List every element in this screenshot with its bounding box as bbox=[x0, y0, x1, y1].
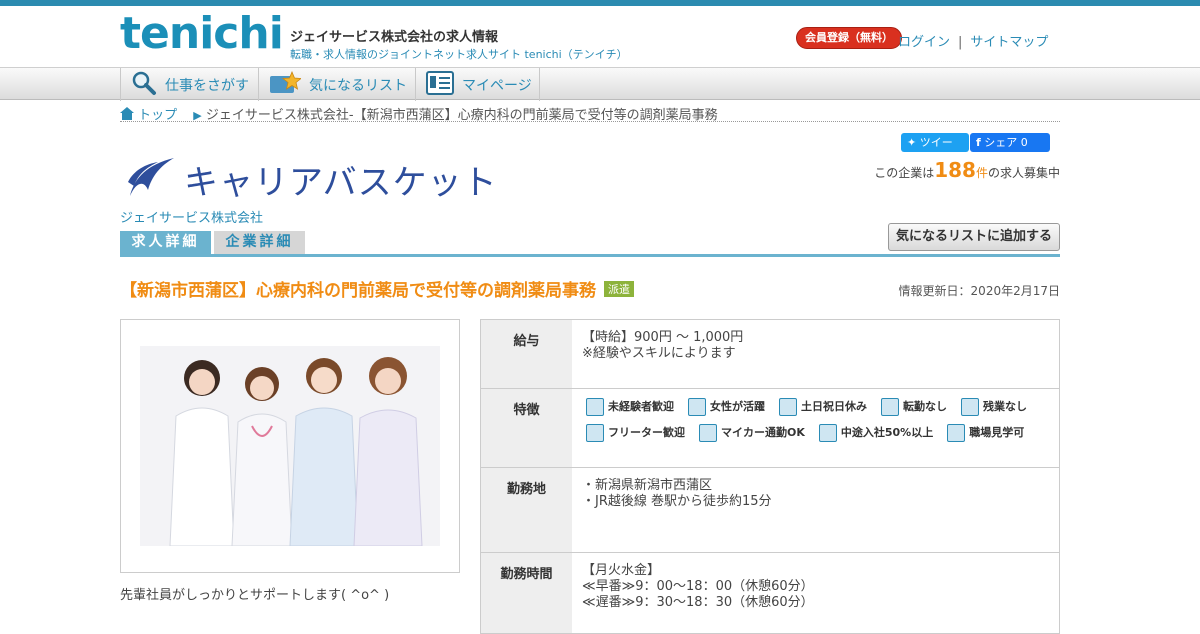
salary-note: ※経験やスキルによります bbox=[582, 346, 736, 361]
fifty-percent-icon bbox=[818, 424, 837, 442]
site-subtitle: 転職・求人情報のジョイントネット求人サイト tenichi（テンイチ） bbox=[290, 48, 628, 61]
feature-label: 未経験者歓迎 bbox=[608, 400, 674, 413]
global-nav: 仕事をさがす 気になるリスト マイページ bbox=[0, 67, 1200, 101]
location-line: ・JR越後線 巻駅から徒歩約15分 bbox=[582, 494, 772, 509]
car-icon bbox=[699, 424, 717, 442]
hours-line: 【月火水金】 bbox=[582, 563, 661, 578]
count-number[interactable]: 188 bbox=[934, 158, 976, 182]
count-suffix: の求人募集中 bbox=[987, 166, 1060, 180]
hours-line: ≪遅番≫9：30～18：30（休憩60分） bbox=[582, 595, 814, 610]
feature-item: 職場見学可 bbox=[947, 424, 1024, 442]
spec-value: 【時給】900円 ～ 1,000円 ※経験やスキルによります bbox=[572, 320, 1059, 388]
register-button[interactable]: 会員登録（無料） bbox=[796, 27, 902, 49]
spec-row-hours: 勤務時間 【月火水金】 ≪早番≫9：00～18：00（休憩60分） ≪遅番≫9：… bbox=[481, 553, 1059, 633]
job-title: 【新潟市西蒲区】心療内科の門前薬局で受付等の調剤薬局事務 派遣 bbox=[120, 276, 634, 301]
photo-caption: 先輩社員がしっかりとサポートします( ^o^ ) bbox=[120, 588, 390, 603]
employment-type-badge: 派遣 bbox=[604, 281, 634, 297]
breadcrumb-current: ジェイサービス株式会社-【新潟市西蒲区】心療内科の門前薬局で受付等の調剤薬局事務 bbox=[205, 108, 718, 123]
spec-value: 【月火水金】 ≪早番≫9：00～18：00（休憩60分） ≪遅番≫9：30～18… bbox=[572, 553, 1059, 633]
feature-item: マイカー通勤OK bbox=[699, 424, 805, 442]
staff-photo bbox=[140, 346, 440, 546]
spec-label: 給与 bbox=[481, 320, 572, 388]
feature-label: 女性が活躍 bbox=[710, 400, 765, 413]
workplace-visit-icon bbox=[947, 424, 966, 442]
spec-value: ・新潟県新潟市西蒲区 ・JR越後線 巻駅から徒歩約15分 bbox=[572, 468, 1059, 552]
feature-list: 未経験者歓迎 女性が活躍 土日祝日休み 転勤なし 残業なし フリーター歓迎 マイカー通勤O… bbox=[572, 389, 1059, 467]
add-to-favorites-button[interactable]: 気になるリストに追加する bbox=[887, 223, 1060, 251]
star-folder-icon bbox=[269, 70, 303, 99]
feature-item: 土日祝日休み bbox=[779, 398, 867, 416]
female-icon bbox=[688, 398, 706, 416]
breadcrumb-home[interactable]: トップ bbox=[138, 108, 177, 123]
count-prefix: この企業は bbox=[874, 166, 935, 180]
job-count: この企業は188件の求人募集中 bbox=[874, 158, 1060, 182]
feature-item: 中途入社50%以上 bbox=[818, 424, 934, 442]
feature-item: フリーター歓迎 bbox=[586, 424, 685, 442]
beginner-icon bbox=[586, 398, 604, 416]
facebook-share-button[interactable]: f シェア 0 bbox=[970, 133, 1050, 152]
twitter-bird-icon: ✦ bbox=[907, 136, 917, 149]
home-icon bbox=[120, 107, 138, 123]
job-title-text: 【新潟市西蒲区】心療内科の門前薬局で受付等の調剤薬局事務 bbox=[120, 281, 596, 301]
breadcrumb-arrow-icon: ▶ bbox=[193, 109, 202, 122]
calendar-icon bbox=[779, 398, 797, 416]
feature-label: 中途入社50%以上 bbox=[840, 426, 934, 439]
spec-label: 勤務時間 bbox=[481, 553, 572, 633]
share-label: シェア 0 bbox=[984, 136, 1028, 149]
tab-company-detail[interactable]: 企業詳細 bbox=[214, 231, 305, 254]
salary-line: 【時給】900円 ～ 1,000円 bbox=[582, 330, 744, 345]
photo-frame bbox=[120, 319, 460, 573]
nav-item-label: 気になるリスト bbox=[309, 77, 407, 94]
spec-row-salary: 給与 【時給】900円 ～ 1,000円 ※経験やスキルによります bbox=[481, 320, 1059, 389]
feature-item: 残業なし bbox=[961, 398, 1027, 416]
updated-date: 情報更新日：2020年2月17日 bbox=[898, 284, 1060, 298]
career-basket-logo-icon bbox=[124, 156, 176, 204]
feature-label: 残業なし bbox=[983, 400, 1027, 413]
breadcrumb: トップ ▶ ジェイサービス株式会社-【新潟市西蒲区】心療内科の門前薬局で受付等の… bbox=[120, 104, 1060, 123]
feature-item: 転勤なし bbox=[881, 398, 947, 416]
site-header: tenichi ジェイサービス株式会社の求人情報 転職・求人情報のジョイントネッ… bbox=[0, 6, 1200, 67]
no-overtime-icon bbox=[961, 398, 979, 416]
no-transfer-icon bbox=[881, 398, 899, 416]
spec-row-features: 特徴 未経験者歓迎 女性が活躍 土日祝日休み 転勤なし 残業なし フリーター歓迎 マイカー… bbox=[481, 389, 1059, 468]
feature-label: フリーター歓迎 bbox=[608, 426, 685, 439]
spec-label: 特徴 bbox=[481, 389, 572, 467]
company-name[interactable]: ジェイサービス株式会社 bbox=[120, 207, 263, 226]
nav-item-mypage[interactable]: マイページ bbox=[415, 68, 540, 101]
company-brand-name: キャリアバスケット bbox=[184, 163, 498, 203]
magnifier-icon bbox=[131, 70, 157, 100]
feature-label: マイカー通勤OK bbox=[721, 426, 805, 439]
facebook-icon: f bbox=[976, 136, 981, 149]
spec-label: 勤務地 bbox=[481, 468, 572, 552]
mypage-icon bbox=[426, 70, 454, 99]
nav-item-label: 仕事をさがす bbox=[165, 77, 249, 94]
location-line: ・新潟県新潟市西蒲区 bbox=[582, 478, 713, 493]
sitemap-link[interactable]: サイトマップ bbox=[970, 35, 1048, 50]
nav-item-search[interactable]: 仕事をさがす bbox=[120, 68, 258, 101]
feature-item: 女性が活躍 bbox=[688, 398, 765, 416]
site-title: ジェイサービス株式会社の求人情報 bbox=[290, 30, 499, 45]
freeter-icon bbox=[586, 424, 604, 442]
count-unit: 件 bbox=[975, 166, 988, 180]
header-links: ログイン | サイトマップ bbox=[898, 31, 1048, 50]
tenichi-logo[interactable]: tenichi bbox=[120, 8, 284, 59]
spec-row-location: 勤務地 ・新潟県新潟市西蒲区 ・JR越後線 巻駅から徒歩約15分 bbox=[481, 468, 1059, 553]
job-spec-table: 給与 【時給】900円 ～ 1,000円 ※経験やスキルによります 特徴 未経験… bbox=[480, 319, 1060, 634]
hours-line: ≪早番≫9：00～18：00（休憩60分） bbox=[582, 579, 814, 594]
nav-item-label: マイページ bbox=[462, 77, 532, 94]
feature-item: 未経験者歓迎 bbox=[586, 398, 674, 416]
login-link[interactable]: ログイン bbox=[898, 35, 950, 50]
feature-label: 職場見学可 bbox=[969, 426, 1025, 439]
link-separator: | bbox=[958, 35, 963, 50]
company-logo: キャリアバスケット bbox=[124, 155, 498, 204]
tweet-button[interactable]: ✦ ツイート bbox=[901, 133, 969, 168]
nav-item-favorites[interactable]: 気になるリスト bbox=[258, 68, 411, 101]
feature-label: 転勤なし bbox=[903, 400, 947, 413]
tab-job-detail[interactable]: 求人詳細 bbox=[120, 231, 211, 254]
feature-label: 土日祝日休み bbox=[801, 400, 867, 413]
